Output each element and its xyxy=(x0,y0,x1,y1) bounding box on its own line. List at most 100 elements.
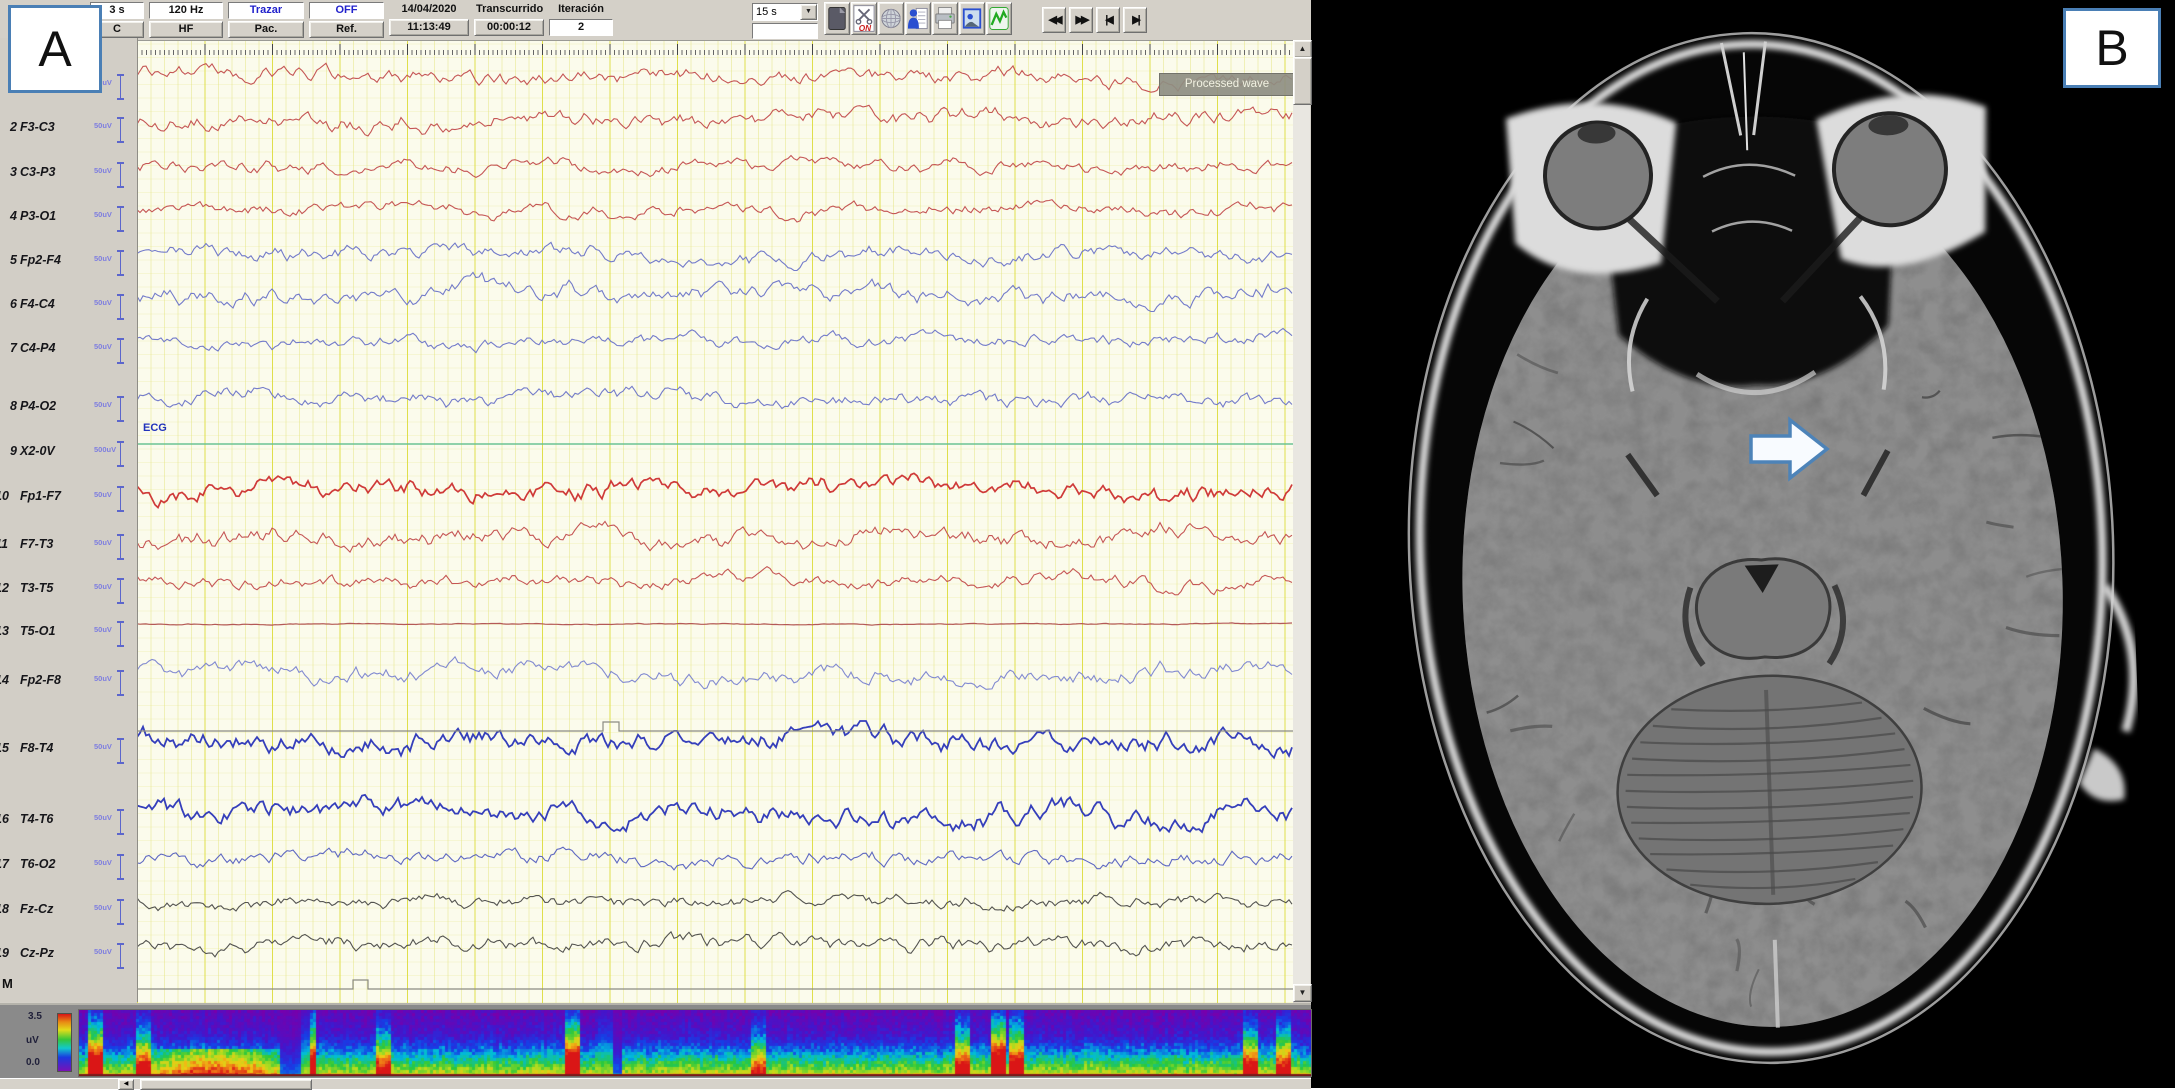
scroll-down-icon[interactable]: ▼ xyxy=(1293,984,1312,1002)
channel-scale: 50uV xyxy=(94,400,112,409)
channel-name: T6-O2 xyxy=(20,857,55,871)
axial-brain-mri xyxy=(1311,0,2175,1088)
channel-name: F8-T4 xyxy=(20,741,53,755)
channel-name: C4-P4 xyxy=(20,341,55,355)
setting-4: 14/04/2020 11:13:49 xyxy=(389,2,469,38)
channel-scale: 50uV xyxy=(94,121,112,130)
photo-icon[interactable] xyxy=(959,2,985,35)
channel-scale: 50uV xyxy=(94,210,112,219)
channel-name: C3-P3 xyxy=(20,165,55,179)
eeg-application-window: 3 sC120 HzHFTrazarPac.OFFRef.14/04/20201… xyxy=(0,0,1311,1088)
skip-start-button[interactable]: |◀ xyxy=(1096,7,1120,33)
channel-name: Fp1-F7 xyxy=(20,489,61,503)
channel-row-Fp1-F7: 10Fp1-F750uV xyxy=(0,489,137,513)
setting-button[interactable]: 2 xyxy=(549,19,613,36)
channel-scale: 50uV xyxy=(94,813,112,822)
notes-icon[interactable] xyxy=(824,2,850,35)
channel-row-P3-O1: 4P3-O150uV xyxy=(0,209,137,233)
channel-number: 15 xyxy=(0,741,8,755)
channel-number: 19 xyxy=(0,946,8,960)
channel-number: 7 xyxy=(4,341,17,355)
toolbar-icons: ON xyxy=(824,2,1012,35)
setting-value[interactable]: 120 Hz xyxy=(149,2,223,19)
scale-ibeam-icon xyxy=(116,854,125,880)
channel-scale: 50uV xyxy=(94,166,112,175)
toolbar: 3 sC120 HzHFTrazarPac.OFFRef.14/04/20201… xyxy=(0,0,1311,40)
scale-ibeam-icon xyxy=(116,74,125,100)
channel-name: F3-C3 xyxy=(20,120,55,134)
fast-forward-button[interactable]: ▶▶ xyxy=(1069,7,1093,33)
mri-panel: B xyxy=(1311,0,2175,1088)
panel-b-letter: B xyxy=(2095,19,2128,77)
panel-a-letter: A xyxy=(38,20,71,78)
setting-5: Transcurrido00:00:12 xyxy=(474,2,544,38)
setting-button[interactable]: Pac. xyxy=(228,21,304,38)
channel-name: T3-T5 xyxy=(20,581,53,595)
epoch-dropdown[interactable]: 15 s ▼ xyxy=(752,3,818,21)
horizontal-scrollbar[interactable]: ◀ xyxy=(0,1078,1311,1089)
epoch-value: 15 s xyxy=(753,5,800,20)
setting-button[interactable]: HF xyxy=(149,21,223,38)
channel-row-C4-P4: 7C4-P4 50uV xyxy=(0,341,137,365)
hscrollbar-thumb[interactable] xyxy=(140,1079,312,1090)
setting-value: 14/04/2020 xyxy=(389,2,469,17)
channel-name: F7-T3 xyxy=(20,537,53,551)
spectrogram-min-label: 0.0 xyxy=(26,1057,40,1068)
setting-3: OFF Ref. xyxy=(309,2,384,38)
channel-number: 10 xyxy=(0,489,8,503)
channel-row-F3-C3: 2F3-C3 50uV xyxy=(0,120,137,144)
scissors-on-icon[interactable]: ON xyxy=(851,2,877,35)
setting-button[interactable]: Ref. xyxy=(309,21,384,38)
channel-number: 13 xyxy=(0,624,8,638)
scrollbar-thumb[interactable] xyxy=(1293,57,1312,105)
channel-name: Fp2-F8 xyxy=(20,673,61,687)
chevron-down-icon[interactable]: ▼ xyxy=(800,4,817,20)
setting-button[interactable]: 11:13:49 xyxy=(389,19,469,36)
setting-value[interactable]: OFF xyxy=(309,2,384,19)
channel-scale: 50uV xyxy=(94,858,112,867)
channel-name: T4-T6 xyxy=(20,812,53,826)
trend-icon[interactable] xyxy=(986,2,1012,35)
channel-scale: 50uV xyxy=(94,538,112,547)
scale-ibeam-icon xyxy=(116,441,125,467)
scroll-left-icon[interactable]: ◀ xyxy=(118,1079,134,1090)
channel-row-T6-O2: 17T6-O250uV xyxy=(0,857,137,881)
eeg-traces xyxy=(137,41,1293,1003)
scale-ibeam-icon xyxy=(116,396,125,422)
epoch-secondary-field[interactable] xyxy=(752,23,818,39)
page-navigation: ◀◀▶▶|◀▶| xyxy=(1042,7,1147,33)
scale-ibeam-icon xyxy=(116,670,125,696)
scroll-up-icon[interactable]: ▲ xyxy=(1293,40,1312,58)
print-icon[interactable] xyxy=(932,2,958,35)
channel-row-C3-P3: 3C3-P3 50uV xyxy=(0,165,137,189)
marker-channel-label: M xyxy=(2,976,13,991)
channel-number: 11 xyxy=(0,537,8,551)
channel-number: 2 xyxy=(4,120,17,134)
channel-label-column: M 1Fp1-F350uV2F3-C350uV3C3-P350uV4P3-O15… xyxy=(0,38,138,1002)
channel-scale: 50uV xyxy=(94,342,112,351)
setting-value[interactable]: Trazar xyxy=(228,2,304,19)
ecg-annotation: ECG xyxy=(143,422,167,434)
channel-name: Fz-Cz xyxy=(20,902,53,916)
scale-ibeam-icon xyxy=(116,578,125,604)
spectrogram-unit-label: uV xyxy=(26,1035,39,1046)
channel-row-T5-O1: 13T5-O150uV xyxy=(0,624,137,648)
processed-wave-button[interactable]: Processed wave xyxy=(1159,73,1293,96)
channel-row-Fz-Cz: 18Fz-Cz50uV xyxy=(0,902,137,926)
eeg-trace-area[interactable]: ECG Processed wave xyxy=(137,40,1293,1003)
channel-number: 6 xyxy=(4,297,17,311)
channel-row-Cz-Pz: 19Cz-Pz50uV xyxy=(0,946,137,970)
patient-record-icon[interactable] xyxy=(905,2,931,35)
acquisition-settings: 3 sC120 HzHFTrazarPac.OFFRef.14/04/20201… xyxy=(90,2,613,38)
setting-button[interactable]: 00:00:12 xyxy=(474,19,544,36)
scale-ibeam-icon xyxy=(116,809,125,835)
rewind-button[interactable]: ◀◀ xyxy=(1042,7,1066,33)
channel-scale: 50uV xyxy=(94,298,112,307)
scale-ibeam-icon xyxy=(116,621,125,647)
vertical-scrollbar[interactable]: ▲ ▼ xyxy=(1293,40,1310,1002)
channel-number: 9 xyxy=(4,444,17,458)
channel-number: 3 xyxy=(4,165,17,179)
globe-icon[interactable] xyxy=(878,2,904,35)
channel-scale: 50uV xyxy=(94,947,112,956)
skip-end-button[interactable]: ▶| xyxy=(1123,7,1147,33)
